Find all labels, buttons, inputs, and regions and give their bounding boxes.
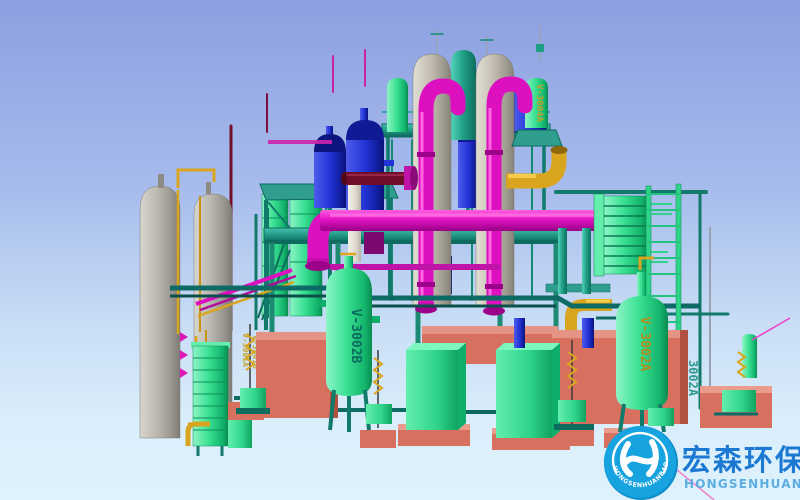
vessel-v3002a-label: V-3002A (637, 317, 652, 372)
vessel-v3002b-label: V-3002B (348, 309, 363, 364)
3d-model-viewport[interactable]: V-3001A V-3001B (0, 0, 800, 500)
plant-render: V-3001A V-3001B (0, 0, 800, 500)
logo-name-zh: 宏森环保 (682, 443, 800, 477)
vessel-v3002a-tag: 3002A (686, 360, 700, 397)
tank-a-label: V-3001A (241, 333, 250, 367)
logo-name-en: HONGSENHUANBAO (684, 477, 800, 491)
top-exchanger-label: V-3004A (534, 84, 544, 123)
